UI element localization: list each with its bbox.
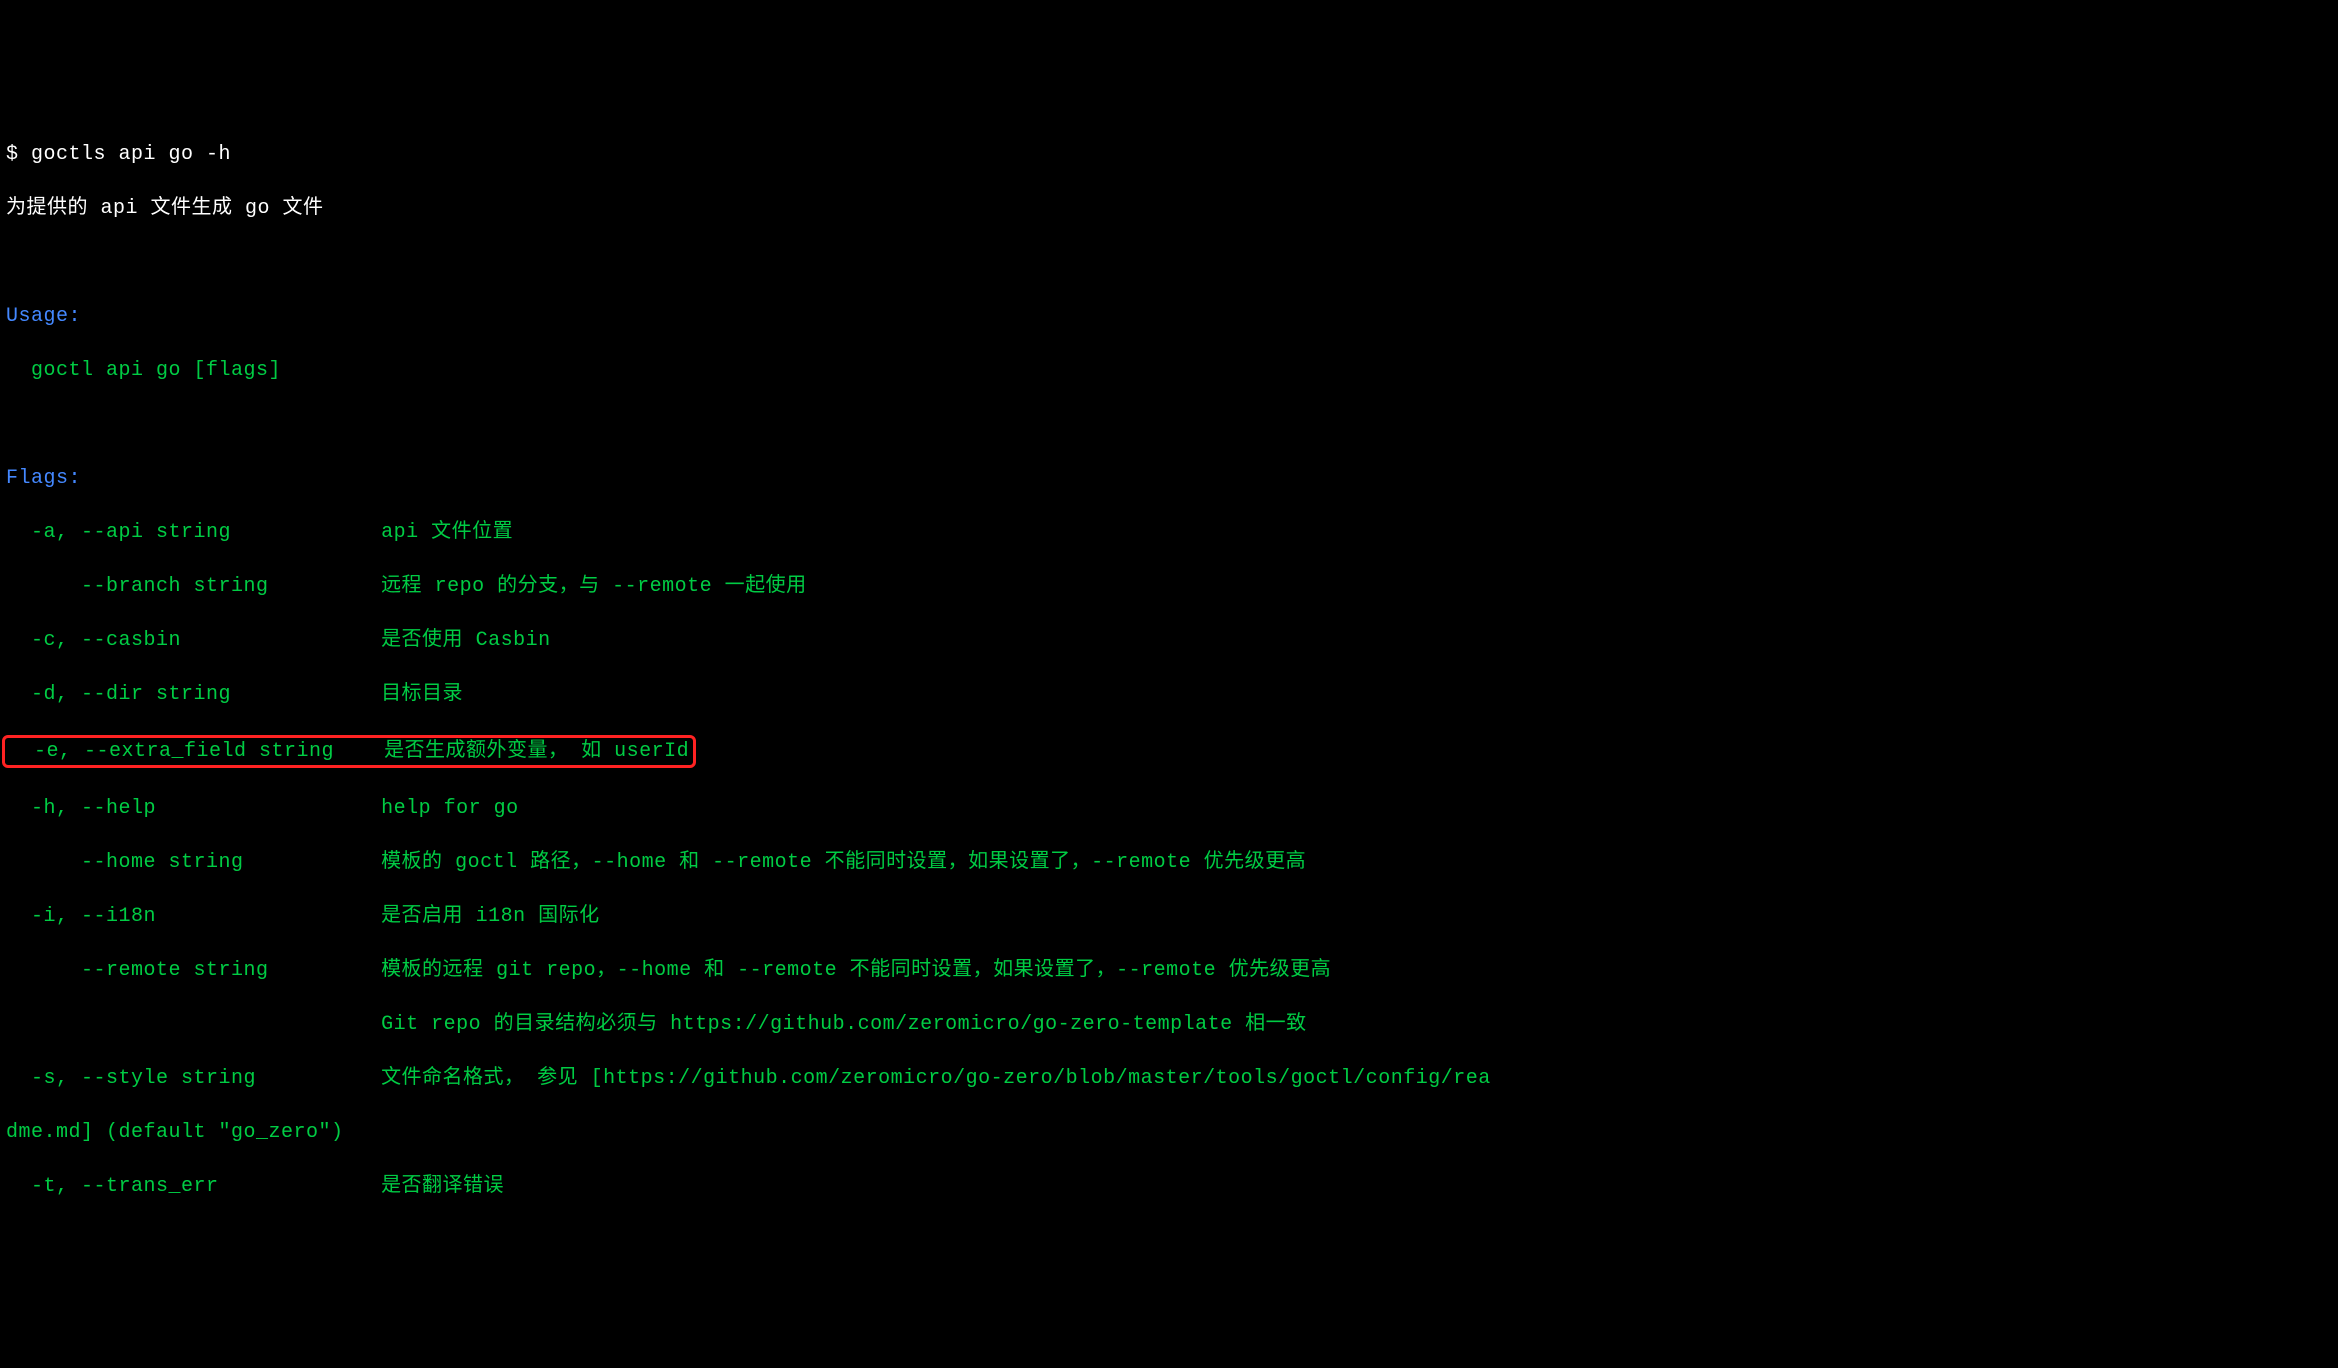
flag-remote-cont-desc: Git repo 的目录结构必须与 https://github.com/zer… — [381, 1013, 1307, 1036]
flag-remote: --remote string — [6, 959, 381, 982]
command: goctls api go -h — [31, 143, 231, 166]
highlighted-flag-box: -e, --extra_field string 是否生成额外变量， 如 use… — [2, 735, 696, 768]
flag-api-desc: api 文件位置 — [381, 521, 513, 544]
prompt: $ — [6, 143, 31, 166]
terminal-output: $ goctls api go -h 为提供的 api 文件生成 go 文件 U… — [6, 114, 2332, 1227]
usage-line: goctl api go [flags] — [6, 357, 2332, 384]
flag-extra-field: -e, --extra_field string — [9, 740, 384, 763]
flag-trans-err-desc: 是否翻译错误 — [381, 1175, 504, 1198]
flag-casbin-desc: 是否使用 Casbin — [381, 629, 551, 652]
usage-header: Usage: — [6, 303, 2332, 330]
flag-i18n-desc: 是否启用 i18n 国际化 — [381, 905, 600, 928]
flag-remote-cont — [6, 1013, 381, 1036]
flag-remote-desc: 模板的远程 git repo，--home 和 --remote 不能同时设置，… — [381, 959, 1331, 982]
flag-i18n: -i, --i18n — [6, 905, 381, 928]
flag-style: -s, --style string — [6, 1067, 381, 1090]
description: 为提供的 api 文件生成 go 文件 — [6, 195, 2332, 222]
flag-dir: -d, --dir string — [6, 683, 381, 706]
flag-trans-err: -t, --trans_err — [6, 1175, 381, 1198]
flag-style-cont: dme.md] (default "go_zero") — [6, 1119, 2332, 1146]
flag-home-desc: 模板的 goctl 路径，--home 和 --remote 不能同时设置，如果… — [381, 851, 1306, 874]
flag-api: -a, --api string — [6, 521, 381, 544]
flag-casbin: -c, --casbin — [6, 629, 381, 652]
flag-branch-desc: 远程 repo 的分支，与 --remote 一起使用 — [381, 575, 807, 598]
flag-home: --home string — [6, 851, 381, 874]
flag-style-desc: 文件命名格式， 参见 [https://github.com/zeromicro… — [381, 1067, 1491, 1090]
flag-dir-desc: 目标目录 — [381, 683, 463, 706]
flag-help: -h, --help — [6, 797, 381, 820]
flag-branch: --branch string — [6, 575, 381, 598]
flag-help-desc: help for go — [381, 797, 519, 820]
flags-header: Flags: — [6, 465, 2332, 492]
flag-extra-field-desc: 是否生成额外变量， 如 userId — [384, 740, 689, 763]
